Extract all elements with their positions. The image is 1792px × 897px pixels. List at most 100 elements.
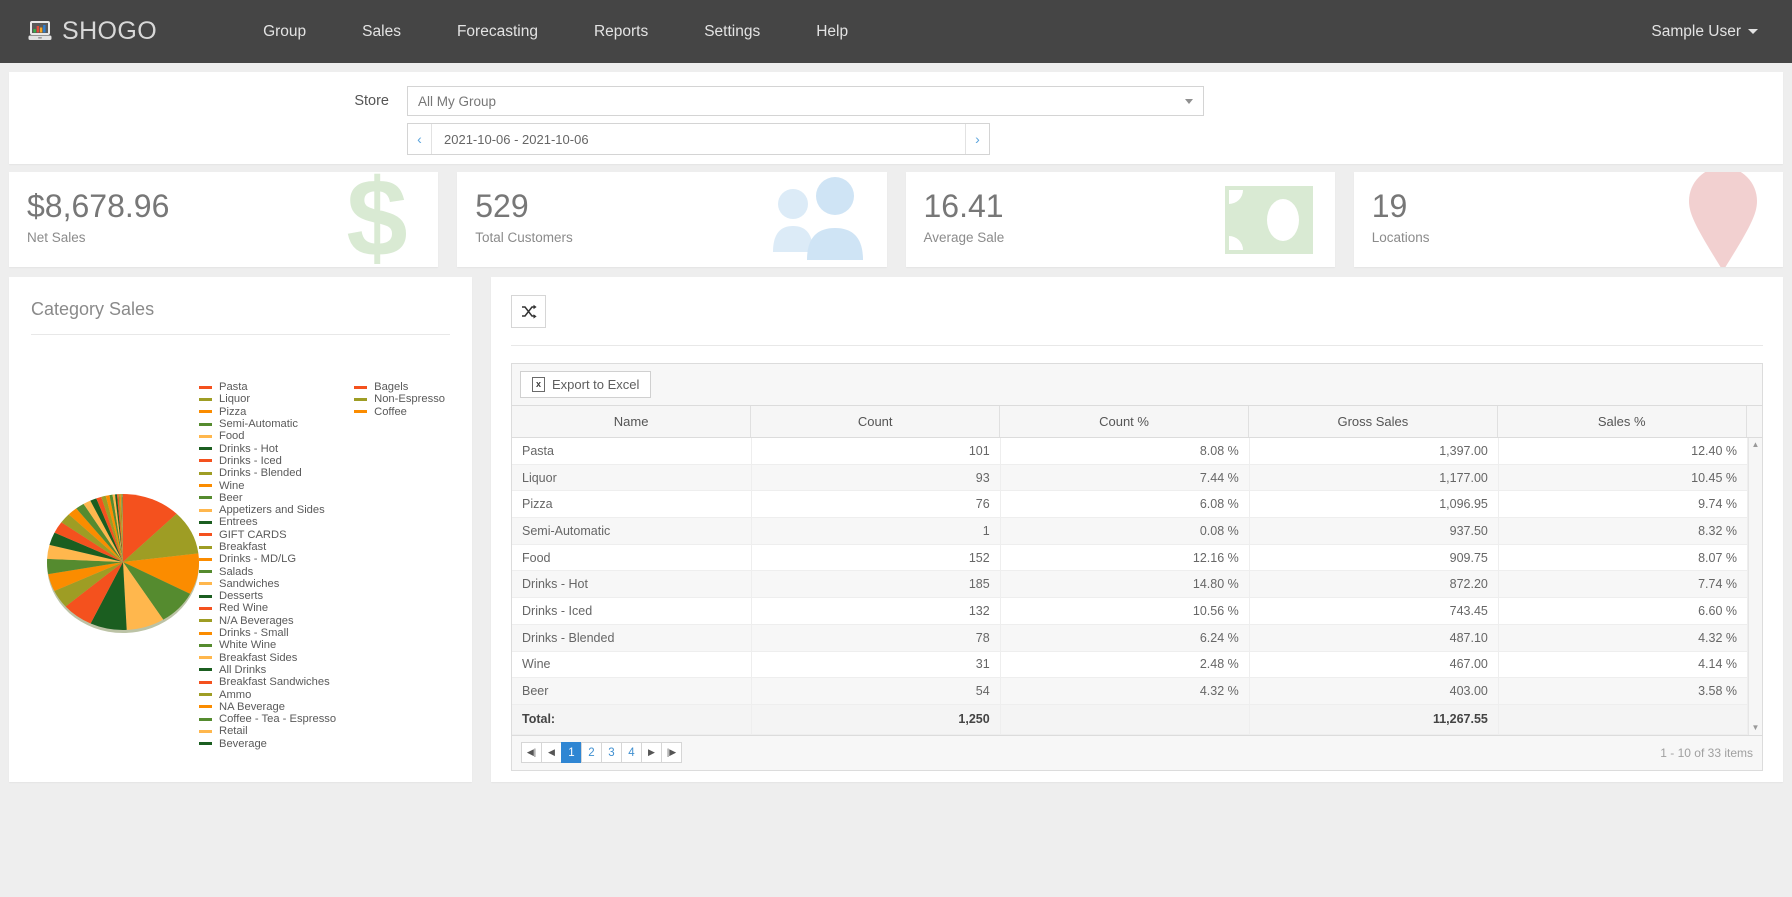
- legend-swatch: [354, 410, 368, 414]
- legend-item[interactable]: Breakfast Sides: [199, 652, 336, 664]
- legend-item[interactable]: Semi-Automatic: [199, 418, 336, 430]
- legend-item[interactable]: Pizza: [199, 406, 336, 418]
- legend-item[interactable]: Breakfast: [199, 541, 336, 553]
- legend-item[interactable]: Ammo: [199, 688, 336, 701]
- last-page-icon[interactable]: |▶: [661, 742, 682, 764]
- table-cell: 152: [751, 544, 1001, 572]
- legend-item[interactable]: Desserts: [199, 590, 336, 602]
- table-cell: Liquor: [512, 464, 752, 492]
- legend-item[interactable]: White Wine: [199, 639, 336, 651]
- table-cell: Drinks - Blended: [512, 624, 752, 652]
- table-row[interactable]: Pizza 76 6.08 % 1,096.95 9.74 %: [512, 490, 1749, 519]
- next-page-icon[interactable]: ▶: [641, 742, 662, 764]
- date-prev-button[interactable]: ‹: [408, 124, 432, 154]
- legend-item[interactable]: Drinks - Hot: [199, 442, 336, 455]
- legend-swatch: [199, 668, 212, 672]
- pie-chart[interactable]: [43, 490, 203, 640]
- nav-item-reports[interactable]: Reports: [566, 3, 676, 61]
- legend-item[interactable]: GIFT CARDS: [199, 529, 336, 541]
- table-cell: 1,096.95: [1249, 490, 1499, 519]
- table-cell: 0.08 %: [1000, 517, 1250, 545]
- page-button-1[interactable]: 1: [561, 742, 582, 764]
- page-button-3[interactable]: 3: [601, 742, 622, 764]
- prev-page-icon[interactable]: ◀: [541, 742, 562, 764]
- lower-area: Category Sales Pasta Liquor Pizza Semi-Auto…: [9, 277, 1783, 782]
- legend-item[interactable]: Salads: [199, 565, 336, 578]
- table-cell: 7.44 %: [1000, 464, 1250, 492]
- legend-swatch: [199, 422, 212, 426]
- legend-item[interactable]: All Drinks: [199, 664, 336, 676]
- legend-label: Desserts: [219, 590, 264, 603]
- legend-item[interactable]: Breakfast Sandwiches: [199, 676, 336, 688]
- legend-item[interactable]: Drinks - Iced: [199, 455, 336, 467]
- nav-item-help[interactable]: Help: [788, 3, 876, 61]
- date-range-value[interactable]: 2021-10-06 - 2021-10-06: [432, 124, 965, 154]
- total-count: 1,250: [751, 703, 1001, 735]
- legend-item[interactable]: Entrees: [199, 516, 336, 528]
- table-row[interactable]: Pasta 101 8.08 % 1,397.00 12.40 %: [512, 437, 1749, 465]
- table-cell: 937.50: [1249, 517, 1499, 545]
- grid-body-wrap: Pasta 101 8.08 % 1,397.00 12.40 % Liquor 93 7.4…: [512, 437, 1762, 735]
- nav-item-settings[interactable]: Settings: [676, 3, 788, 61]
- chevron-down-icon: [1748, 29, 1758, 34]
- table-row[interactable]: Drinks - Iced 132 10.56 % 743.45 6.60 %: [512, 597, 1749, 625]
- table-row[interactable]: Drinks - Hot 185 14.80 % 872.20 7.74 %: [512, 570, 1749, 599]
- table-row[interactable]: Beer 54 4.32 % 403.00 3.58 %: [512, 677, 1749, 705]
- legend-label: Liquor: [219, 393, 251, 406]
- column-header-count[interactable]: Count: [750, 406, 1001, 438]
- table-row[interactable]: Drinks - Blended 78 6.24 % 487.10 4.32 %: [512, 624, 1749, 652]
- legend-swatch: [199, 545, 212, 549]
- brand-text: SHOGO: [62, 17, 158, 45]
- brand-logo-group[interactable]: SHOGO: [28, 17, 157, 46]
- nav-item-forecasting[interactable]: Forecasting: [429, 3, 566, 61]
- legend-item[interactable]: Drinks - Small: [199, 627, 336, 639]
- legend-item[interactable]: Non-Espresso: [354, 393, 472, 405]
- legend-item[interactable]: Pasta: [199, 381, 336, 393]
- legend-label: Food: [219, 430, 245, 443]
- legend-item[interactable]: Liquor: [199, 393, 336, 405]
- table-cell: 31: [751, 651, 1001, 679]
- first-page-icon[interactable]: ◀|: [521, 742, 542, 764]
- scroll-up-icon[interactable]: ▲: [1752, 440, 1760, 449]
- table-cell: 4.32 %: [1498, 624, 1749, 652]
- legend-item[interactable]: Coffee: [354, 406, 472, 418]
- legend-item[interactable]: Beer: [199, 492, 336, 504]
- table-row[interactable]: Liquor 93 7.44 % 1,177.00 10.45 %: [512, 464, 1749, 492]
- column-header-count-pct[interactable]: Count %: [999, 406, 1249, 438]
- nav-item-sales[interactable]: Sales: [334, 3, 429, 61]
- legend-item[interactable]: Beverage: [199, 738, 336, 750]
- legend-item[interactable]: Bagels: [354, 381, 472, 393]
- legend-item[interactable]: Red Wine: [199, 602, 336, 614]
- scroll-down-icon[interactable]: ▼: [1752, 723, 1760, 732]
- table-row[interactable]: Wine 31 2.48 % 467.00 4.14 %: [512, 651, 1749, 679]
- grid-vertical-scrollbar[interactable]: ▲ ▼: [1748, 437, 1762, 735]
- legend-swatch: [199, 656, 212, 660]
- export-to-excel-button[interactable]: x Export to Excel: [520, 371, 652, 398]
- store-select[interactable]: All My Group: [407, 86, 1204, 116]
- table-row[interactable]: Semi-Automatic 1 0.08 % 937.50 8.32 %: [512, 517, 1749, 545]
- table-cell: Drinks - Iced: [512, 597, 752, 625]
- legend-item[interactable]: Coffee - Tea - Espresso: [199, 713, 336, 725]
- date-range-picker[interactable]: ‹ 2021-10-06 - 2021-10-06 ›: [407, 123, 990, 155]
- legend-item[interactable]: NA Beverage: [199, 701, 336, 713]
- legend-item[interactable]: Wine: [199, 479, 336, 492]
- page-button-2[interactable]: 2: [581, 742, 602, 764]
- table-cell: Pizza: [512, 490, 752, 519]
- column-header-name[interactable]: Name: [512, 406, 752, 438]
- legend-item[interactable]: Retail: [199, 725, 336, 737]
- page-button-4[interactable]: 4: [621, 742, 642, 764]
- shuffle-icon[interactable]: [511, 295, 546, 328]
- legend-item[interactable]: Drinks - Blended: [199, 467, 336, 479]
- user-menu[interactable]: Sample User: [1651, 23, 1758, 41]
- legend-item[interactable]: Appetizers and Sides: [199, 504, 336, 516]
- legend-item[interactable]: Food: [199, 430, 336, 442]
- legend-swatch: [199, 385, 212, 389]
- nav-item-group[interactable]: Group: [235, 3, 334, 61]
- date-next-button[interactable]: ›: [965, 124, 989, 154]
- legend-item[interactable]: Drinks - MD/LG: [199, 553, 336, 565]
- legend-item[interactable]: Sandwiches: [199, 578, 336, 590]
- column-header-gross-sales[interactable]: Gross Sales: [1248, 406, 1498, 438]
- legend-item[interactable]: N/A Beverages: [199, 615, 336, 627]
- column-header-sales-pct[interactable]: Sales %: [1497, 406, 1747, 438]
- table-row[interactable]: Food 152 12.16 % 909.75 8.07 %: [512, 544, 1749, 572]
